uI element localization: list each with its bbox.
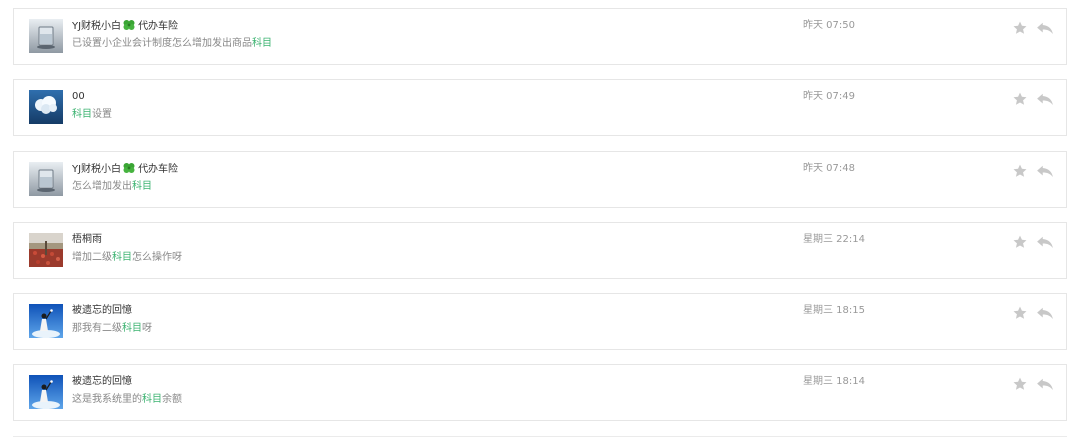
message-preview: 这是我系统里的科目余额 — [72, 393, 182, 407]
message-preview: 增加二级科目怎么操作呀 — [72, 251, 182, 265]
message-keyword: 科目 — [132, 181, 152, 192]
message-text-before: 这是我系统里的 — [72, 394, 142, 405]
message-time: 星期三 18:15 — [803, 305, 865, 316]
reply-icon[interactable] — [1036, 163, 1054, 179]
message-preview: 科目设置 — [72, 108, 112, 122]
reply-icon[interactable] — [1036, 305, 1054, 321]
message-keyword: 科目 — [112, 252, 132, 263]
sender-name: 梧桐雨 — [72, 233, 102, 247]
glass-avatar[interactable] — [29, 19, 63, 53]
message-time: 星期三 18:14 — [803, 376, 865, 387]
glass-avatar[interactable] — [29, 162, 63, 196]
message-text-before: 已设置小企业会计制度怎么增加发出商品 — [72, 38, 252, 49]
message-card[interactable]: 梧桐雨 增加二级科目怎么操作呀 星期三 22:14 — [13, 222, 1067, 279]
message-card[interactable]: 被遗忘的回憶 这是我系统里的科目余额 星期三 18:14 — [13, 364, 1067, 421]
message-preview: 怎么增加发出科目 — [72, 180, 152, 194]
sky-girl-avatar[interactable] — [29, 304, 63, 338]
message-text-before: 增加二级 — [72, 252, 112, 263]
sender-name-text: YJ财税小白 — [72, 164, 122, 175]
reply-icon[interactable] — [1036, 376, 1054, 392]
sender-name-suffix: 代办车险 — [138, 164, 179, 175]
message-keyword: 科目 — [72, 109, 92, 120]
message-text-before: 怎么增加发出 — [72, 181, 132, 192]
sender-name-text: YJ财税小白 — [72, 21, 122, 32]
message-time: 昨天 07:48 — [803, 163, 855, 174]
sky-girl-avatar[interactable] — [29, 375, 63, 409]
sender-name: 被遗忘的回憶 — [72, 304, 132, 318]
message-preview: 已设置小企业会计制度怎么增加发出商品科目 — [72, 37, 272, 51]
message-card[interactable]: YJ财税小白 代办车险 已设置小企业会计制度怎么增加发出商品科目 昨天 07:50 — [13, 8, 1067, 65]
clover-icon — [122, 162, 136, 179]
message-keyword: 科目 — [142, 394, 162, 405]
sender-name: 00 — [72, 90, 85, 104]
message-text-after: 余额 — [162, 394, 182, 405]
sender-name: YJ财税小白 代办车险 — [72, 19, 178, 36]
flower-field-avatar[interactable] — [29, 233, 63, 267]
message-keyword: 科目 — [252, 38, 272, 49]
star-icon[interactable] — [1012, 20, 1028, 36]
message-card[interactable]: 00 科目设置 昨天 07:49 — [13, 79, 1067, 136]
message-text-after: 设置 — [92, 109, 112, 120]
star-icon[interactable] — [1012, 163, 1028, 179]
message-time: 昨天 07:50 — [803, 20, 855, 31]
message-time: 星期三 22:14 — [803, 234, 865, 245]
sender-name: YJ财税小白 代办车险 — [72, 162, 178, 179]
sender-name-text: 梧桐雨 — [72, 234, 102, 245]
message-card[interactable]: YJ财税小白 代办车险 怎么增加发出科目 昨天 07:48 — [13, 151, 1067, 208]
star-icon[interactable] — [1012, 305, 1028, 321]
message-preview: 那我有二级科目呀 — [72, 322, 152, 336]
message-text-before: 那我有二级 — [72, 323, 122, 334]
star-icon[interactable] — [1012, 91, 1028, 107]
sender-name-suffix: 代办车险 — [138, 21, 179, 32]
message-card[interactable]: 被遗忘的回憶 那我有二级科目呀 星期三 18:15 — [13, 293, 1067, 350]
message-time: 昨天 07:49 — [803, 91, 855, 102]
sender-name-text: 被遗忘的回憶 — [72, 305, 132, 316]
clover-icon — [122, 19, 136, 36]
reply-icon[interactable] — [1036, 234, 1054, 250]
reply-icon[interactable] — [1036, 91, 1054, 107]
cloud-avatar[interactable] — [29, 90, 63, 124]
sender-name: 被遗忘的回憶 — [72, 375, 132, 389]
sender-name-text: 00 — [72, 91, 85, 102]
reply-icon[interactable] — [1036, 20, 1054, 36]
sender-name-text: 被遗忘的回憶 — [72, 376, 132, 387]
message-keyword: 科目 — [122, 323, 142, 334]
message-text-after: 怎么操作呀 — [132, 252, 182, 263]
star-icon[interactable] — [1012, 376, 1028, 392]
star-icon[interactable] — [1012, 234, 1028, 250]
message-text-after: 呀 — [142, 323, 152, 334]
